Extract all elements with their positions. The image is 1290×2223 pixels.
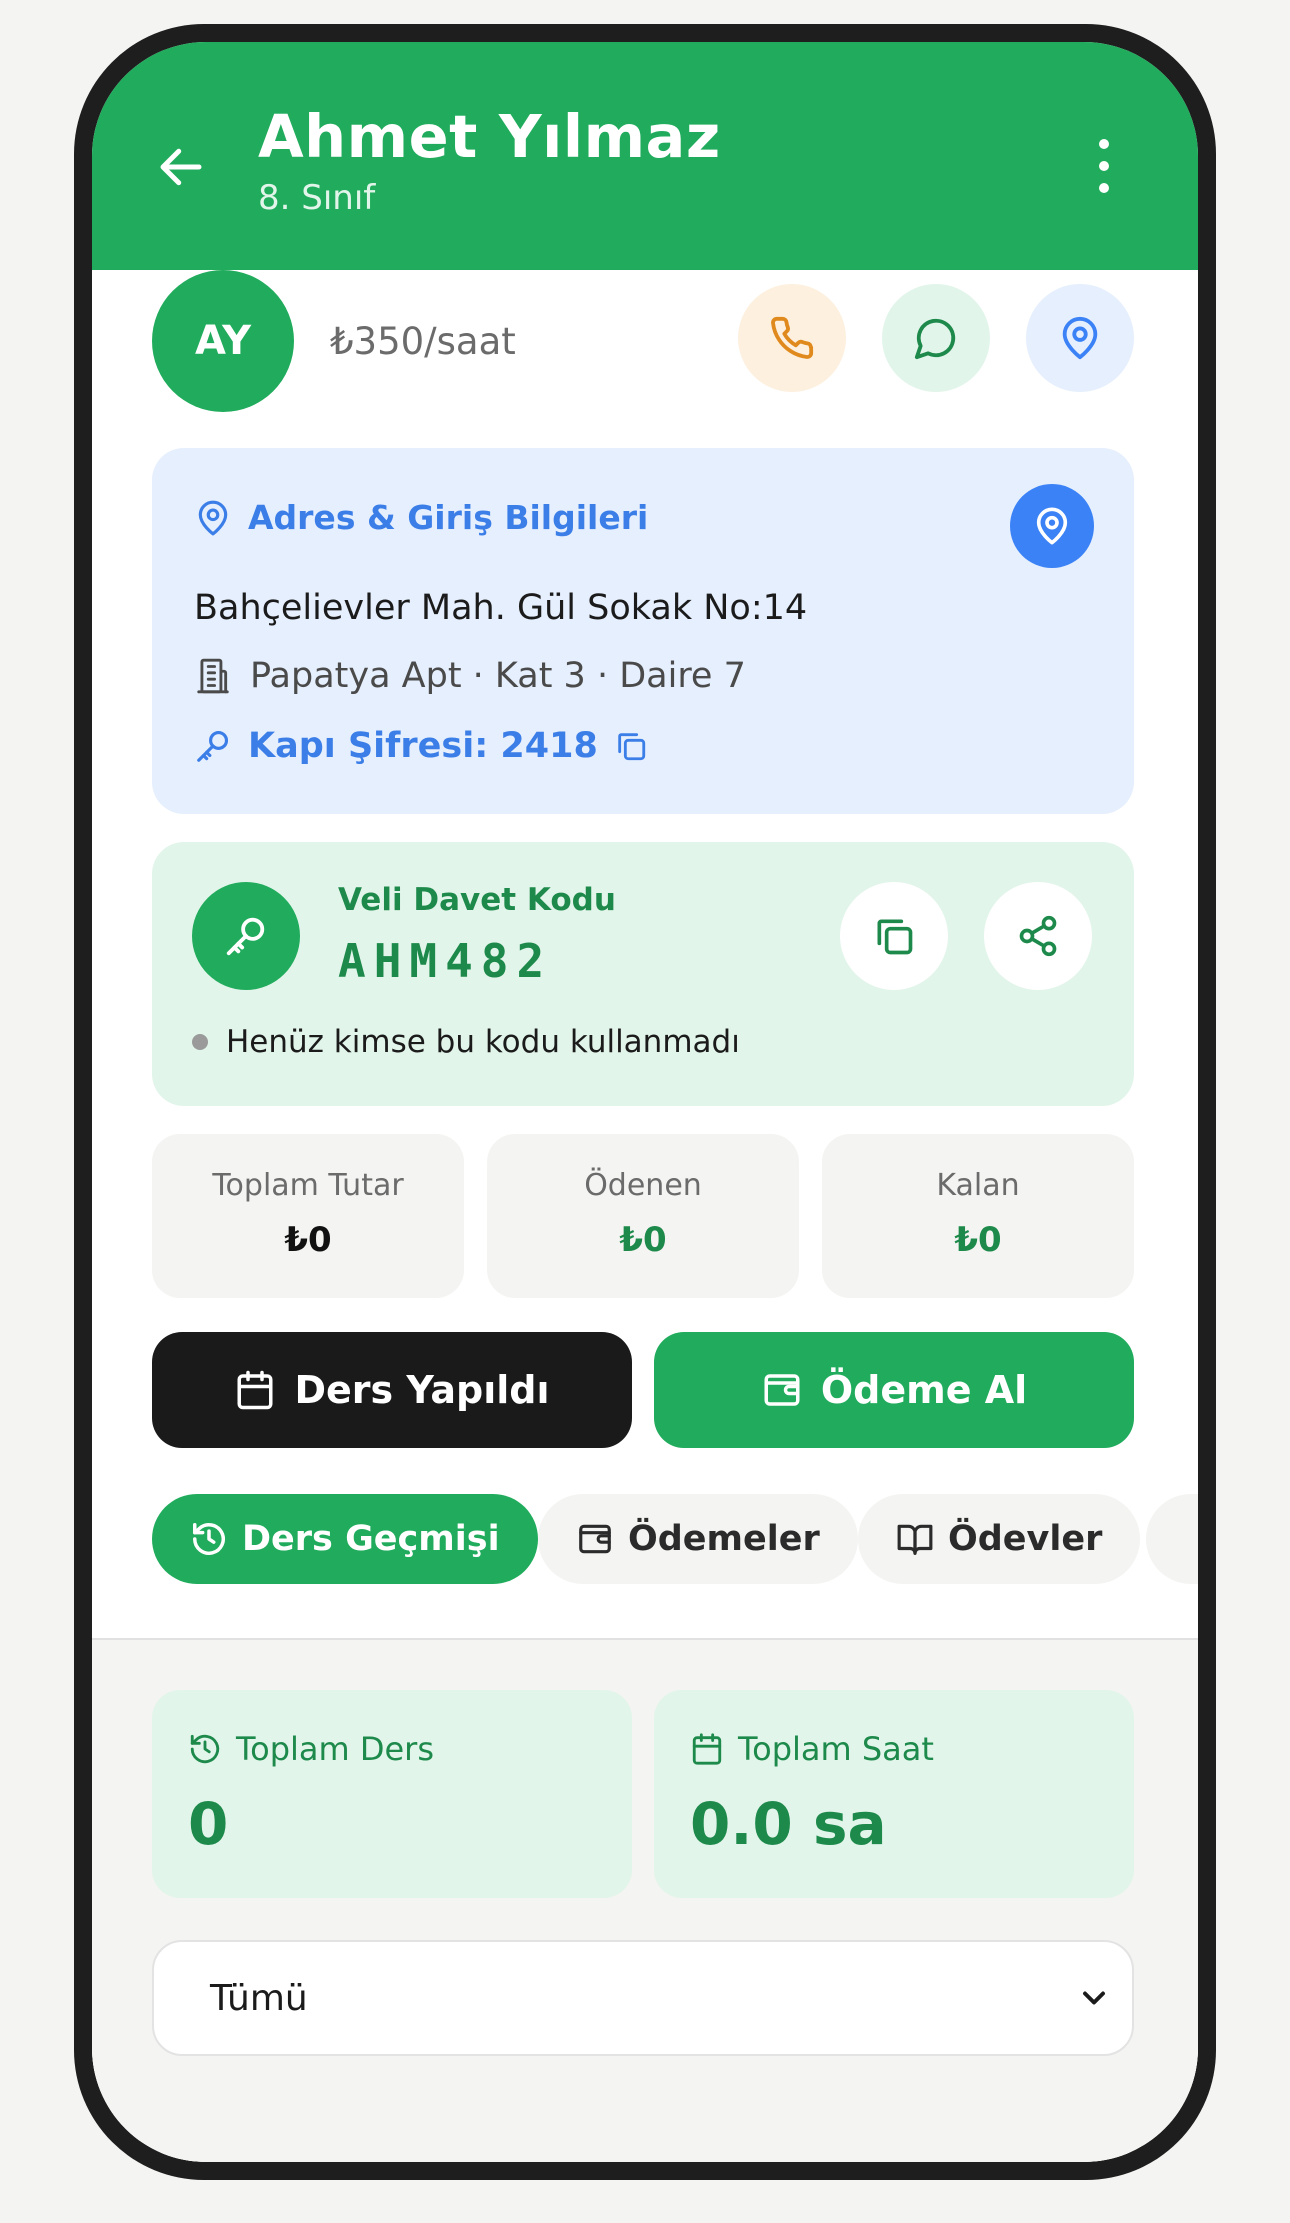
invite-code: AHM482 — [338, 934, 553, 988]
tab-label: Ödemeler — [628, 1519, 820, 1559]
summary-total-hours: Toplam Saat 0.0 sa — [654, 1690, 1134, 1898]
call-button[interactable] — [738, 284, 846, 392]
stat-value: ₺0 — [284, 1220, 332, 1260]
key-icon — [197, 730, 229, 762]
invite-status-row: Henüz kimse bu kodu kullanmadı — [192, 1024, 740, 1060]
summary-label: Toplam Saat — [738, 1730, 934, 1768]
invite-status: Henüz kimse bu kodu kullanmadı — [226, 1024, 740, 1060]
share-icon — [1019, 915, 1057, 957]
stat-value: ₺0 — [954, 1220, 1002, 1260]
copy-icon[interactable] — [614, 729, 648, 763]
message-button[interactable] — [882, 284, 990, 392]
map-pin-icon — [1036, 507, 1068, 545]
address-card: Adres & Giriş Bilgileri Bahçelievler Mah… — [152, 448, 1134, 814]
phone-frame: Ahmet Yılmaz 8. Sınıf AY ₺350/saat Adres… — [74, 24, 1216, 2180]
app-screen: Ahmet Yılmaz 8. Sınıf AY ₺350/saat Adres… — [92, 42, 1198, 2162]
content: AY ₺350/saat Adres & Giriş Bilgileri Bah… — [92, 270, 1198, 2162]
tab-homework[interactable]: Ödevler — [858, 1494, 1141, 1584]
stat-remaining: Kalan ₺0 — [822, 1134, 1134, 1298]
status-dot — [192, 1034, 208, 1050]
student-grade: 8. Sınıf — [258, 178, 376, 218]
summary-label-row: Toplam Saat — [690, 1730, 934, 1768]
summary-label-row: Toplam Ders — [188, 1730, 434, 1768]
stat-label: Toplam Tutar — [212, 1168, 404, 1203]
building-icon — [197, 658, 229, 694]
lesson-done-label: Ders Yapıldı — [294, 1368, 550, 1412]
calendar-icon — [692, 1733, 722, 1765]
address-heading: Adres & Giriş Bilgileri — [248, 498, 649, 537]
apartment-row: Papatya Apt · Kat 3 · Daire 7 — [194, 656, 746, 696]
map-pin-icon — [198, 500, 228, 535]
calendar-icon — [237, 1370, 273, 1410]
hourly-rate: ₺350/saat — [330, 320, 516, 363]
stat-label: Ödenen — [584, 1168, 702, 1203]
address-line: Bahçelievler Mah. Gül Sokak No:14 — [194, 588, 808, 628]
tab-label: Ders Geçmişi — [242, 1519, 500, 1559]
summary-total-lessons: Toplam Ders 0 — [152, 1690, 632, 1898]
copy-invite-code-button[interactable] — [840, 882, 948, 990]
app-bar: Ahmet Yılmaz 8. Sınıf — [92, 42, 1198, 270]
lesson-done-button[interactable]: Ders Yapıldı — [152, 1332, 632, 1448]
back-arrow-icon[interactable] — [154, 140, 208, 194]
history-icon — [193, 1523, 225, 1555]
stat-label: Kalan — [936, 1168, 1020, 1203]
take-payment-button[interactable]: Ödeme Al — [654, 1332, 1134, 1448]
summary-label: Toplam Ders — [236, 1730, 434, 1768]
history-icon — [190, 1734, 220, 1764]
take-payment-label: Ödeme Al — [820, 1368, 1028, 1412]
invite-label: Veli Davet Kodu — [338, 882, 616, 918]
tab-lesson-history[interactable]: Ders Geçmişi — [152, 1494, 538, 1584]
phone-icon — [771, 316, 814, 359]
copy-icon — [877, 919, 913, 955]
summary-value: 0.0 sa — [690, 1790, 887, 1858]
share-invite-code-button[interactable] — [984, 882, 1092, 990]
chat-bubble-icon — [914, 318, 956, 360]
apartment-info: Papatya Apt · Kat 3 · Daire 7 — [250, 656, 746, 696]
lesson-history-panel: Toplam Ders 0 Toplam Saat 0.0 sa Tümü — [92, 1638, 1198, 2162]
student-name: Ahmet Yılmaz — [258, 102, 721, 171]
wallet-icon — [579, 1524, 611, 1554]
filter-select[interactable]: Tümü — [152, 1940, 1134, 2056]
tab-payments[interactable]: Ödemeler — [538, 1494, 858, 1584]
open-map-button[interactable] — [1010, 484, 1094, 568]
tab-overflow[interactable] — [1146, 1494, 1198, 1584]
invite-key-badge — [192, 882, 300, 990]
avatar: AY — [152, 270, 294, 412]
stat-paid: Ödenen ₺0 — [487, 1134, 799, 1298]
wallet-icon — [764, 1374, 800, 1406]
stat-value: ₺0 — [619, 1220, 667, 1260]
filter-selected: Tümü — [210, 1977, 308, 2019]
door-code-row[interactable]: Kapı Şifresi: 2418 — [194, 726, 648, 766]
tab-label: Ödevler — [948, 1519, 1103, 1559]
stat-total-amount: Toplam Tutar ₺0 — [152, 1134, 464, 1298]
parent-invite-card: Veli Davet Kodu AHM482 Henüz kimse bu ko… — [152, 842, 1134, 1106]
location-button[interactable] — [1026, 284, 1134, 392]
chevron-down-icon — [1083, 1991, 1105, 2005]
book-open-icon — [897, 1524, 933, 1555]
summary-value: 0 — [188, 1790, 229, 1858]
key-icon — [226, 917, 265, 956]
address-heading-row: Adres & Giriş Bilgileri — [194, 498, 648, 537]
more-vertical-icon[interactable] — [1092, 134, 1116, 198]
map-pin-icon — [1062, 317, 1098, 360]
door-code: Kapı Şifresi: 2418 — [248, 726, 598, 766]
